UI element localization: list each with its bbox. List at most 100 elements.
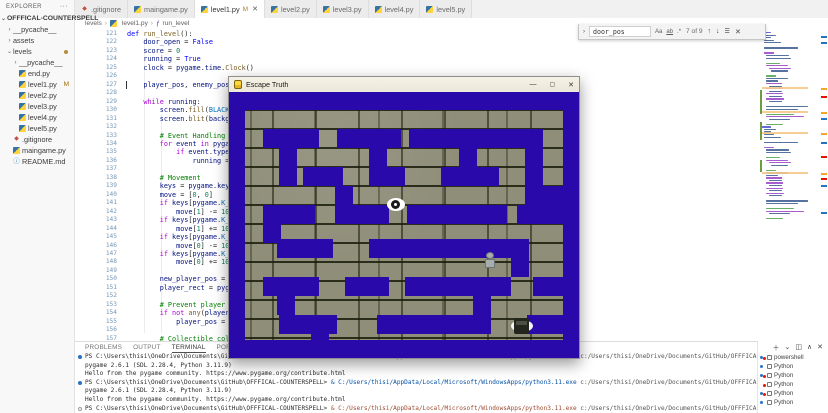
explorer-item-level4-py[interactable]: level4.py (0, 112, 74, 123)
line-number: 124 (75, 55, 117, 63)
tab-level5-py[interactable]: level5.py (420, 0, 472, 18)
session-python[interactable]: Python (758, 380, 828, 389)
ruler-mark (821, 212, 827, 214)
line-number: 142 (75, 208, 117, 216)
minimap-line (766, 98, 784, 99)
session-error-dot (763, 375, 766, 378)
minimap-line (769, 195, 783, 196)
line-number: 140 (75, 191, 117, 199)
explorer-item-level5-py[interactable]: level5.py (0, 123, 74, 134)
split-terminal-icon[interactable]: ◫ (795, 343, 802, 353)
game-title-bar[interactable]: Escape Truth — ▢ ✕ (229, 77, 579, 92)
maze-wall (229, 92, 579, 110)
maze-wall (517, 205, 563, 224)
session-python[interactable]: Python (758, 389, 828, 398)
code-line[interactable]: 125 clock = pygame.time.Clock() (75, 64, 828, 72)
tab-maingame-py[interactable]: maingame.py (128, 0, 195, 18)
line-number: 155 (75, 318, 117, 326)
overview-ruler[interactable] (819, 30, 827, 330)
tab-level4-py[interactable]: level4.py (369, 0, 421, 18)
new-terminal-icon[interactable]: ＋ (773, 343, 780, 353)
minimap-line (764, 142, 798, 143)
line-number: 154 (75, 309, 117, 317)
folder-modified-dot (64, 50, 68, 54)
explorer-item--gitignore[interactable]: ◆.gitignore (0, 134, 74, 145)
minimize-icon[interactable]: — (529, 81, 536, 88)
whole-word-icon[interactable]: ab (666, 29, 673, 35)
regex-icon[interactable]: .* (677, 29, 681, 35)
line-number: 121 (75, 30, 117, 38)
session-python[interactable]: Python (758, 371, 828, 380)
session-python[interactable]: Python (758, 398, 828, 407)
code-line[interactable]: 124 running = True (75, 55, 828, 63)
ruler-mark (821, 173, 827, 175)
panel-tab-problems[interactable]: PROBLEMS (85, 344, 122, 353)
minimap-line (766, 218, 783, 219)
tab-level3-py[interactable]: level3.py (317, 0, 369, 18)
explorer-root-folder[interactable]: ⌄OFFFICAL-COUNTERSPELL (0, 13, 74, 24)
explorer-item-readme-md[interactable]: ⓘREADME.md (0, 156, 74, 167)
minimap-line (764, 129, 776, 130)
function-symbol-icon: ƒ (156, 20, 160, 27)
minimap-line (766, 200, 807, 201)
line-number: 152 (75, 292, 117, 300)
maze-wall (263, 129, 319, 148)
maze-wall (563, 92, 579, 358)
terminal-line: PS C:\Users\thisi\OneDrive\Documents\Git… (85, 379, 772, 386)
close-find-icon[interactable]: ✕ (735, 28, 741, 36)
tab-level1-py[interactable]: level1.pyM✕ (195, 0, 265, 18)
minimap[interactable] (762, 30, 808, 240)
close-icon[interactable]: ✕ (568, 81, 574, 89)
find-input[interactable]: door_pos (589, 26, 651, 37)
line-number: 128 (75, 89, 117, 97)
line-number: 132 (75, 123, 117, 131)
maze-wall (277, 277, 295, 315)
close-panel-icon[interactable]: ✕ (817, 343, 823, 353)
line-number: 139 (75, 182, 117, 190)
explorer-item--pycache-[interactable]: ›__pycache__ (0, 24, 74, 35)
close-tab-icon[interactable]: ✕ (252, 5, 258, 13)
maze-wall (353, 205, 389, 224)
game-canvas[interactable] (229, 92, 579, 358)
session-powershell[interactable]: powershell (758, 353, 828, 362)
panel-tab-terminal[interactable]: TERMINAL (172, 344, 206, 353)
explorer-item-levels[interactable]: ⌄levels (0, 46, 74, 57)
explorer-item-end-py[interactable]: end.py (0, 68, 74, 79)
explorer-item-level1-py[interactable]: level1.pyM (0, 79, 74, 90)
minimap-line (769, 101, 783, 102)
explorer-item--pycache-[interactable]: ›__pycache__ (0, 57, 74, 68)
tab-level2-py[interactable]: level2.py (265, 0, 317, 18)
match-case-icon[interactable]: Aa (655, 29, 662, 35)
previous-match-icon[interactable]: ↑ (708, 28, 712, 35)
explorer-item-assets[interactable]: ›assets (0, 35, 74, 46)
ruler-mark (821, 156, 827, 158)
breadcrumb-symbol[interactable]: run_level (163, 20, 190, 27)
session-python[interactable]: Python (758, 362, 828, 371)
next-match-icon[interactable]: ↓ (716, 28, 720, 35)
terminal-icon (767, 355, 772, 360)
breadcrumb-file[interactable]: level1.py (122, 20, 148, 27)
maze-wall (303, 167, 343, 186)
minimap-line (766, 203, 798, 204)
line-number: 126 (75, 72, 117, 80)
explorer-item-level3-py[interactable]: level3.py (0, 101, 74, 112)
code-line[interactable]: 123 score = 0 (75, 47, 828, 55)
ruler-mark (821, 185, 827, 187)
panel-tab-output[interactable]: OUTPUT (133, 344, 160, 353)
maximize-panel-icon[interactable]: ∧ (807, 343, 812, 353)
terminal-dropdown-icon[interactable]: ⌄ (785, 343, 791, 353)
line-number: 146 (75, 242, 117, 250)
line-number: 144 (75, 225, 117, 233)
explorer-item-maingame-py[interactable]: maingame.py (0, 145, 74, 156)
line-number: 131 (75, 115, 117, 123)
maximize-icon[interactable]: ▢ (549, 81, 555, 88)
explorer-item-level2-py[interactable]: level2.py (0, 90, 74, 101)
explorer-more-icon[interactable]: ··· (60, 3, 68, 10)
maze-wall (335, 186, 353, 224)
maze-wall (229, 340, 579, 358)
toggle-replace-icon[interactable]: › (579, 29, 589, 35)
find-in-selection-icon[interactable]: ☰ (725, 28, 730, 35)
line-number: 137 (75, 165, 117, 173)
line-number: 129 (75, 98, 117, 106)
game-window[interactable]: Escape Truth — ▢ ✕ (228, 76, 580, 359)
